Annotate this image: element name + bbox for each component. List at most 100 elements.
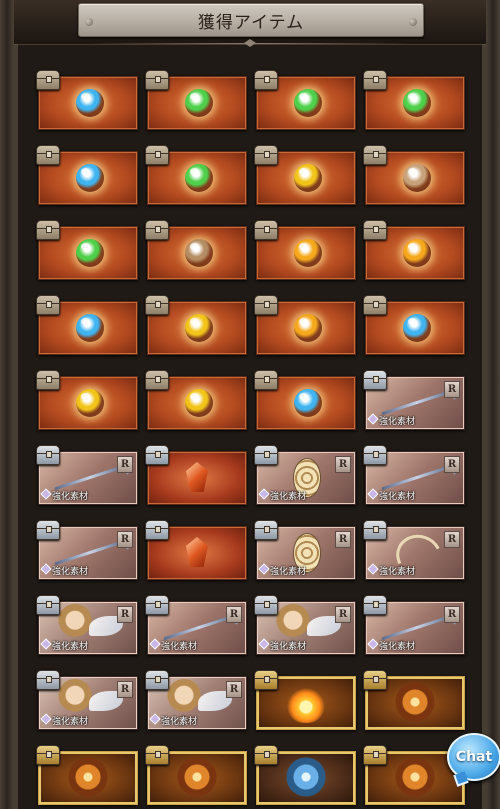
orb-icon (403, 314, 431, 342)
chest-icon (363, 295, 387, 315)
item-slot[interactable] (363, 295, 465, 355)
chat-button[interactable]: Chat (447, 733, 500, 781)
chest-icon (363, 445, 387, 465)
chest-icon (363, 745, 387, 765)
fragment-icon (186, 537, 208, 567)
emblem-icon (394, 756, 436, 798)
chest-icon (254, 295, 278, 315)
chest-icon (254, 595, 278, 615)
orb-icon (403, 239, 431, 267)
chest-icon (36, 445, 60, 465)
spear-icon (381, 464, 453, 491)
item-slot[interactable] (36, 70, 138, 130)
frame-inner-right (482, 44, 486, 809)
item-slot[interactable]: R 強化素材 (145, 670, 247, 730)
chest-icon (363, 70, 387, 90)
orb-icon (294, 89, 322, 117)
item-slot[interactable] (145, 745, 247, 805)
chest-icon (36, 670, 60, 690)
item-slot[interactable]: R 強化素材 (254, 520, 356, 580)
item-slot[interactable] (254, 370, 356, 430)
item-slot[interactable] (363, 145, 465, 205)
item-slot[interactable]: R 強化素材 (363, 520, 465, 580)
item-slot[interactable] (254, 220, 356, 280)
item-slot[interactable] (36, 220, 138, 280)
item-slot[interactable] (36, 370, 138, 430)
item-slot[interactable]: R 強化素材 (145, 595, 247, 655)
item-slot[interactable] (254, 745, 356, 805)
item-slot[interactable] (363, 220, 465, 280)
rarity-badge: R (117, 531, 133, 548)
orb-icon (185, 89, 213, 117)
chest-icon (36, 520, 60, 540)
chest-icon (145, 670, 169, 690)
item-slot[interactable]: R 強化素材 (36, 595, 138, 655)
chest-icon (254, 70, 278, 90)
rarity-badge: R (226, 681, 242, 698)
frame-inner-left (14, 44, 18, 809)
chest-icon (36, 745, 60, 765)
emblem-icon (67, 756, 109, 798)
item-slot[interactable] (145, 370, 247, 430)
chest-icon (254, 745, 278, 765)
chest-icon (363, 220, 387, 240)
item-slot[interactable] (145, 220, 247, 280)
chest-icon (36, 145, 60, 165)
item-slot[interactable] (254, 145, 356, 205)
item-slot[interactable] (145, 70, 247, 130)
chat-label: Chat (455, 749, 493, 765)
chest-icon (145, 70, 169, 90)
item-slot[interactable] (36, 295, 138, 355)
item-slot[interactable]: R 強化素材 (363, 445, 465, 505)
item-slot[interactable]: R 強化素材 (254, 595, 356, 655)
rarity-badge: R (226, 606, 242, 623)
title-plate: 獲得アイテム (78, 3, 424, 37)
orb-icon (76, 164, 104, 192)
chest-icon (145, 145, 169, 165)
chest-icon (145, 595, 169, 615)
orb-icon (294, 389, 322, 417)
item-slot[interactable]: R 強化素材 (36, 670, 138, 730)
material-tag: 強化素材 (260, 489, 306, 502)
orb-icon (185, 239, 213, 267)
item-slot[interactable] (145, 145, 247, 205)
chest-icon (36, 370, 60, 390)
item-slot[interactable] (36, 145, 138, 205)
rarity-badge: R (117, 681, 133, 698)
item-slot[interactable]: R 強化素材 (363, 370, 465, 430)
item-slot[interactable]: R 強化素材 (36, 445, 138, 505)
chest-icon (254, 220, 278, 240)
chest-icon (254, 145, 278, 165)
chest-icon (145, 370, 169, 390)
ornament-icon (244, 39, 256, 47)
frame-right (486, 0, 500, 809)
item-slot[interactable] (254, 70, 356, 130)
orb-icon (76, 239, 104, 267)
item-slot[interactable] (363, 70, 465, 130)
item-slot[interactable] (145, 295, 247, 355)
chest-icon (145, 745, 169, 765)
item-slot[interactable]: R 強化素材 (363, 595, 465, 655)
item-slot[interactable]: R 強化素材 (36, 520, 138, 580)
rarity-badge: R (444, 456, 460, 473)
rarity-badge: R (335, 606, 351, 623)
rarity-badge: R (444, 531, 460, 548)
chest-icon (363, 520, 387, 540)
item-slot[interactable] (36, 745, 138, 805)
chest-icon (145, 295, 169, 315)
chest-icon (254, 445, 278, 465)
item-slot[interactable] (145, 445, 247, 505)
item-slot[interactable] (145, 520, 247, 580)
item-grid: R 強化素材 R 強化素材 R 強化素材 R 強化素材 R 強化素材 R 強化素材 R 強化素材 R 強化素材… (36, 70, 466, 805)
spear-icon (381, 614, 453, 641)
item-slot[interactable] (254, 670, 356, 730)
orb-icon (403, 89, 431, 117)
material-tag: 強化素材 (369, 414, 415, 427)
item-slot[interactable] (363, 670, 465, 730)
emblem-icon (176, 756, 218, 798)
chest-icon (254, 520, 278, 540)
item-slot[interactable] (254, 295, 356, 355)
item-slot[interactable]: R 強化素材 (254, 445, 356, 505)
chest-icon (363, 595, 387, 615)
chara-icon (57, 679, 93, 715)
